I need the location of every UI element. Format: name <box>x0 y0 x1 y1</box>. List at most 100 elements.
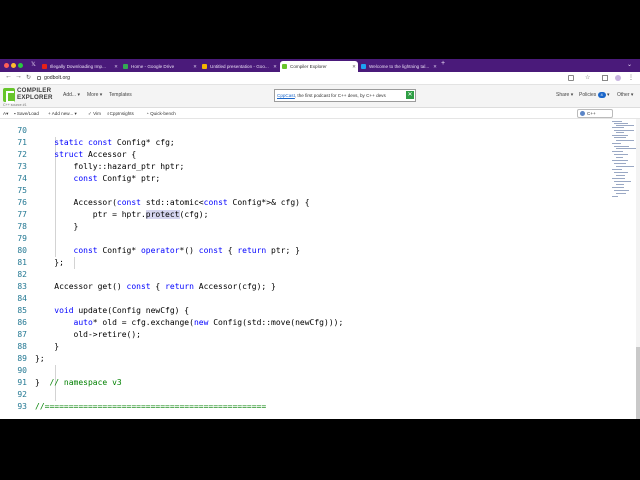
templates-menu[interactable]: Templates <box>109 92 132 98</box>
tab-close-icon[interactable]: ✕ <box>193 61 197 72</box>
minimap-line <box>614 190 629 191</box>
ce-header: COMPILER EXPLORER C++ source #1 Add... ▾… <box>0 85 640 108</box>
chevron-down-icon: ▾ <box>74 111 77 116</box>
code-line: 75 Accessor(const std::atomic<const Conf… <box>0 173 610 207</box>
sponsor-text: , the first podcast for C++ devs, by C++… <box>294 93 386 98</box>
tab-presentation[interactable]: Untitled presentation - Goo... ✕ <box>200 61 279 72</box>
code-line: 79 const Config* operator*() const { ret… <box>0 221 610 255</box>
cppinsights-button[interactable]: ⌕CppInsights <box>107 110 134 117</box>
site-info-icon[interactable] <box>37 76 41 80</box>
minimap-line <box>612 187 624 188</box>
close-window-button[interactable] <box>4 63 9 68</box>
minimap-line <box>614 137 626 138</box>
code-line: 87 } <box>0 317 610 351</box>
back-arrow-icon[interactable]: ← <box>5 73 12 80</box>
line-number: 93 <box>17 402 27 411</box>
code-text: //======================================… <box>35 401 266 413</box>
slides-favicon-icon <box>202 64 207 69</box>
save-load-button[interactable]: ▪ Save/Load <box>14 110 39 117</box>
tab-strip: 𝕏 Illegally Downloading Imp... ✕ Home - … <box>0 59 640 72</box>
close-banner-icon[interactable]: ✕ <box>406 91 414 99</box>
star-icon[interactable]: ☆ <box>585 74 591 81</box>
share-menu[interactable]: Share ▾ <box>556 92 573 98</box>
chevron-down-icon: ▾ <box>630 92 634 98</box>
add-menu[interactable]: Add... ▾ <box>63 92 80 98</box>
code-line: 76 ptr = hptr.protect(cfg); <box>0 185 610 219</box>
compiler-explorer-logo-icon[interactable] <box>3 88 15 103</box>
minimap-line <box>616 184 624 185</box>
pane-subtitle: C++ source #1 <box>3 103 27 107</box>
save-icon: ▪ <box>14 111 16 116</box>
code-line: 84 void update(Config newCfg) { <box>0 281 610 315</box>
sponsor-banner: CppCast, the first podcast for C++ devs,… <box>274 89 416 102</box>
minimap-line <box>612 196 618 197</box>
compiler-explorer-favicon-icon <box>282 64 287 69</box>
x-favicon-icon[interactable]: 𝕏 <box>31 61 36 68</box>
minimap-line <box>616 140 634 141</box>
language-label: C++ <box>587 111 596 116</box>
add-new-button[interactable]: + Add new... ▾ <box>48 110 77 117</box>
minimap-line <box>616 157 623 158</box>
language-select[interactable]: C++ <box>577 109 613 118</box>
minimap-line <box>612 169 622 170</box>
tab-search-chevron-icon[interactable]: ⌄ <box>627 61 632 68</box>
minimap-line <box>616 132 624 133</box>
tab-label: Illegally Downloading Imp... <box>50 64 106 69</box>
more-menu[interactable]: More ▾ <box>87 92 102 98</box>
tab-close-icon[interactable]: ✕ <box>273 61 277 72</box>
vim-button[interactable]: ✓ Vim <box>88 110 101 117</box>
tab-compiler-explorer[interactable]: Compiler Explorer ✕ <box>280 61 358 72</box>
tab-google-drive[interactable]: Home - Google Drive ✕ <box>121 61 199 72</box>
tab-close-icon[interactable]: ✕ <box>352 61 356 72</box>
tab-youtube[interactable]: Illegally Downloading Imp... ✕ <box>40 61 120 72</box>
policies-menu[interactable]: Policies 4 ▾ <box>579 92 610 98</box>
code-line: 73 const Config* ptr; <box>0 149 610 183</box>
minimap-line <box>612 178 625 179</box>
cast-icon[interactable] <box>568 75 574 81</box>
quickbench-label: Quick-bench <box>150 111 176 116</box>
extensions-icon[interactable] <box>602 75 608 81</box>
new-tab-plus-icon[interactable]: + <box>441 60 445 67</box>
chevron-down-icon: ▾ <box>99 92 103 98</box>
tab-label: Untitled presentation - Goo... <box>210 64 269 69</box>
other-menu[interactable]: Other ▾ <box>617 92 633 98</box>
code-line: 89 <box>0 341 610 363</box>
reload-icon[interactable]: ↻ <box>26 74 31 81</box>
minimap-line <box>612 143 621 144</box>
chevron-down-icon: ▾ <box>570 92 574 98</box>
minimap-line <box>612 151 623 152</box>
tab-label: Welcome to the lightning tal... <box>369 64 430 69</box>
cppinsights-label: CppInsights <box>109 111 134 116</box>
minimize-window-button[interactable] <box>11 63 16 68</box>
policies-badge: 4 <box>597 92 606 98</box>
zoom-window-button[interactable] <box>18 63 23 68</box>
code-line: 93 <box>0 389 610 411</box>
quickbench-button[interactable]: ◔ Quick-bench <box>146 110 176 117</box>
code-line: 85 auto* old = cfg.exchange(new Config(s… <box>0 293 610 327</box>
browser-menu-icon[interactable]: ⋮ <box>628 74 634 81</box>
editor-toolbar: A▾ ▪ Save/Load + Add new... ▾ ✓ Vim ⌕Cpp… <box>0 108 640 119</box>
vertical-scrollbar-thumb[interactable] <box>636 347 640 419</box>
tab-label: Compiler Explorer <box>290 64 327 69</box>
code-line: 90 } // namespace v3 <box>0 353 610 387</box>
tab-lightning-talk[interactable]: Welcome to the lightning tal... ✕ <box>359 61 439 72</box>
font-size-button[interactable]: A▾ <box>3 110 8 117</box>
tab-close-icon[interactable]: ✕ <box>433 61 437 72</box>
logo-text[interactable]: COMPILER EXPLORER <box>17 87 53 101</box>
logo-line2: EXPLORER <box>17 93 53 101</box>
sponsor-link[interactable]: CppCast <box>277 93 295 98</box>
minimap-line <box>614 130 634 131</box>
minimap-line <box>612 121 622 122</box>
tab-close-icon[interactable]: ✕ <box>114 61 118 72</box>
minimap-line <box>612 135 628 136</box>
forward-arrow-icon[interactable]: → <box>15 73 22 80</box>
chevron-down-icon: ▾ <box>6 111 9 116</box>
vim-icon: ✓ <box>88 111 92 116</box>
minimap[interactable] <box>612 121 636 201</box>
code-line: 86 old->retire(); <box>0 305 610 339</box>
profile-avatar[interactable] <box>615 75 621 81</box>
code-line: 82 Accessor get() const { return Accesso… <box>0 257 610 291</box>
minimap-line <box>614 181 631 182</box>
code-editor[interactable]: 70 static const Config* cfg; 71 struct A… <box>0 119 640 419</box>
url-field[interactable]: godbolt.org <box>44 74 70 83</box>
